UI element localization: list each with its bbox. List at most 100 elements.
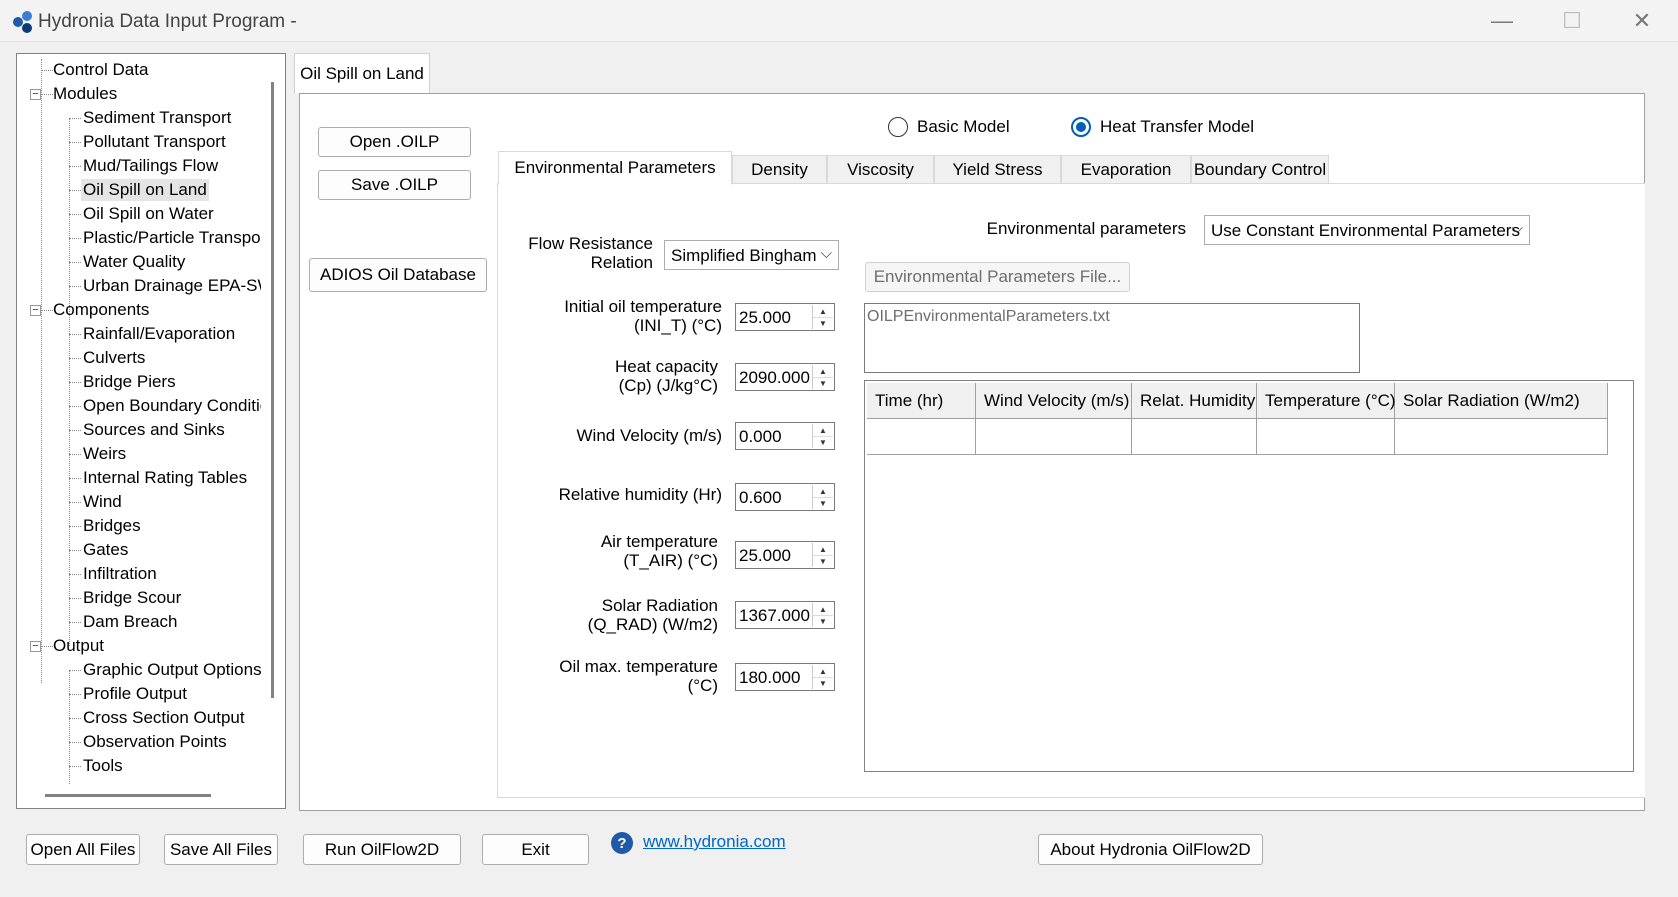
tab-environmental-parameters[interactable]: Environmental Parameters bbox=[498, 151, 732, 185]
initial-oil-temp-label: Initial oil temperature (INI_T) (°C) bbox=[564, 297, 722, 335]
close-icon: ✕ bbox=[1632, 8, 1652, 33]
environmental-parameters-select[interactable]: Use Constant Environmental Parameters ⌵ bbox=[1204, 215, 1530, 245]
solar-radiation-label-line1: Solar Radiation bbox=[601, 596, 718, 615]
spin-down-icon[interactable]: ▼ bbox=[813, 497, 833, 509]
grid-cell[interactable] bbox=[867, 419, 976, 455]
grid-header-wind-velocity[interactable]: Wind Velocity (m/s) bbox=[976, 383, 1132, 419]
spin-down-icon[interactable]: ▼ bbox=[813, 677, 833, 689]
collapse-icon[interactable]: − bbox=[30, 89, 41, 100]
tree-item-infiltration[interactable]: Infiltration bbox=[81, 563, 159, 585]
tab-boundary-control[interactable]: Boundary Control bbox=[1191, 155, 1329, 184]
hydronia-website-link[interactable]: www.hydronia.com bbox=[643, 832, 786, 852]
tree-vertical-scrollbar[interactable] bbox=[271, 82, 274, 698]
tree-item-oil-spill-on-land[interactable]: Oil Spill on Land bbox=[81, 179, 209, 201]
tab-oil-spill-on-land[interactable]: Oil Spill on Land bbox=[294, 53, 430, 93]
spin-down-icon[interactable]: ▼ bbox=[813, 377, 833, 389]
tree-item-pollutant-transport[interactable]: Pollutant Transport bbox=[81, 131, 228, 153]
grid-header-humidity[interactable]: Relat. Humidity bbox=[1132, 383, 1257, 419]
initial-oil-temp-stepper[interactable]: 25.000 ▲ ▼ bbox=[735, 303, 835, 331]
grid-cell[interactable] bbox=[976, 419, 1132, 455]
collapse-icon[interactable]: − bbox=[30, 641, 41, 652]
tree-connector bbox=[41, 59, 42, 683]
tree-item-weirs[interactable]: Weirs bbox=[81, 443, 128, 465]
help-icon[interactable]: ? bbox=[611, 832, 633, 854]
grid-cell[interactable] bbox=[1395, 419, 1608, 455]
tree-item-water-quality[interactable]: Water Quality bbox=[81, 251, 187, 273]
close-button[interactable]: ✕ bbox=[1610, 0, 1674, 42]
environmental-parameters-file-button[interactable]: Environmental Parameters File... bbox=[865, 262, 1130, 292]
tree-item-components[interactable]: Components bbox=[51, 299, 151, 321]
basic-model-radio[interactable] bbox=[888, 117, 908, 137]
save-all-files-button[interactable]: Save All Files bbox=[164, 834, 278, 865]
grid-header-solar-radiation[interactable]: Solar Radiation (W/m2) bbox=[1395, 383, 1608, 419]
spin-down-icon[interactable]: ▼ bbox=[813, 615, 833, 627]
tree-item-dam-breach[interactable]: Dam Breach bbox=[81, 611, 179, 633]
tree-item-wind[interactable]: Wind bbox=[81, 491, 124, 513]
tree-item-graphic-output-options[interactable]: Graphic Output Options bbox=[81, 659, 261, 681]
initial-oil-temp-label-line2: (INI_T) (°C) bbox=[633, 316, 722, 335]
exit-button[interactable]: Exit bbox=[482, 834, 589, 865]
tree-item-output[interactable]: Output bbox=[51, 635, 106, 657]
open-all-files-button[interactable]: Open All Files bbox=[26, 834, 140, 865]
tree-item-observation-points[interactable]: Observation Points bbox=[81, 731, 229, 753]
tree-item-modules[interactable]: Modules bbox=[51, 83, 119, 105]
save-oilp-button[interactable]: Save .OILP bbox=[318, 170, 471, 200]
air-temperature-stepper[interactable]: 25.000 ▲ ▼ bbox=[735, 541, 835, 569]
heat-capacity-stepper[interactable]: 2090.000 ▲ ▼ bbox=[735, 363, 835, 391]
solar-radiation-stepper[interactable]: 1367.000 ▲ ▼ bbox=[735, 601, 835, 629]
tree-item-mud-tailings-flow[interactable]: Mud/Tailings Flow bbox=[81, 155, 220, 177]
wind-velocity-stepper[interactable]: 0.000 ▲ ▼ bbox=[735, 422, 835, 450]
spin-down-icon[interactable]: ▼ bbox=[813, 317, 833, 329]
flow-resistance-select[interactable]: Simplified Bingham ⌵ bbox=[664, 240, 839, 270]
minimize-button[interactable]: — bbox=[1470, 0, 1534, 42]
tree-item-sediment-transport[interactable]: Sediment Transport bbox=[81, 107, 233, 129]
tree-item-culverts[interactable]: Culverts bbox=[81, 347, 147, 369]
tree-item-oil-spill-on-water[interactable]: Oil Spill on Water bbox=[81, 203, 216, 225]
heat-capacity-label: Heat capacity (Cp) (J/kg°C) bbox=[615, 357, 718, 395]
tree-item-sources-and-sinks[interactable]: Sources and Sinks bbox=[81, 419, 227, 441]
tab-density[interactable]: Density bbox=[732, 155, 827, 184]
tree-item-bridges[interactable]: Bridges bbox=[81, 515, 143, 537]
collapse-icon[interactable]: − bbox=[30, 305, 41, 316]
environmental-data-grid[interactable]: Time (hr) Wind Velocity (m/s) Relat. Hum… bbox=[864, 380, 1634, 772]
open-oilp-button[interactable]: Open .OILP bbox=[318, 127, 471, 157]
tree-item-open-boundary-conditions[interactable]: Open Boundary Conditions bbox=[81, 395, 261, 417]
tree-connector bbox=[69, 190, 81, 191]
run-oilflow2d-button[interactable]: Run OilFlow2D bbox=[303, 834, 461, 865]
about-button[interactable]: About Hydronia OilFlow2D bbox=[1038, 834, 1263, 865]
tab-yield-stress[interactable]: Yield Stress bbox=[934, 155, 1061, 184]
wind-velocity-value: 0.000 bbox=[739, 427, 782, 446]
tab-viscosity[interactable]: Viscosity bbox=[827, 155, 934, 184]
tree-item-gates[interactable]: Gates bbox=[81, 539, 130, 561]
tree-item-control-data[interactable]: Control Data bbox=[51, 59, 150, 81]
environmental-file-textbox[interactable]: OILPEnvironmentalParameters.txt bbox=[864, 303, 1360, 373]
tree-item-bridge-scour[interactable]: Bridge Scour bbox=[81, 587, 183, 609]
tree-item-internal-rating-tables[interactable]: Internal Rating Tables bbox=[81, 467, 249, 489]
spin-down-icon[interactable]: ▼ bbox=[813, 436, 833, 448]
tree-item-cross-section-output[interactable]: Cross Section Output bbox=[81, 707, 247, 729]
navigation-tree[interactable]: Control Data − Modules Sediment Transport Po… bbox=[17, 54, 261, 784]
tree-connector bbox=[69, 742, 81, 743]
tree-horizontal-scrollbar[interactable] bbox=[45, 794, 211, 797]
tree-connector bbox=[69, 382, 81, 383]
grid-header-time[interactable]: Time (hr) bbox=[867, 383, 976, 419]
tree-item-rainfall-evaporation[interactable]: Rainfall/Evaporation bbox=[81, 323, 237, 345]
tree-item-plastic-particle-transport[interactable]: Plastic/Particle Transport bbox=[81, 227, 261, 249]
tree-item-urban-drainage-epa-swmm[interactable]: Urban Drainage EPA-SWMM bbox=[81, 275, 261, 297]
environmental-parameters-value: Use Constant Environmental Parameters bbox=[1211, 221, 1520, 240]
heat-transfer-model-radio[interactable] bbox=[1071, 117, 1091, 137]
tab-evaporation[interactable]: Evaporation bbox=[1061, 155, 1191, 184]
relative-humidity-stepper[interactable]: 0.600 ▲ ▼ bbox=[735, 483, 835, 511]
grid-header-temperature[interactable]: Temperature (°C) bbox=[1257, 383, 1396, 419]
adios-oil-database-button[interactable]: ADIOS Oil Database bbox=[309, 258, 487, 292]
spin-down-icon[interactable]: ▼ bbox=[813, 555, 833, 567]
app-logo-icon bbox=[13, 11, 32, 33]
tree-item-profile-output[interactable]: Profile Output bbox=[81, 683, 189, 705]
tree-item-bridge-piers[interactable]: Bridge Piers bbox=[81, 371, 178, 393]
tree-item-tools[interactable]: Tools bbox=[81, 755, 125, 777]
grid-cell[interactable] bbox=[1257, 419, 1395, 455]
minimize-icon: — bbox=[1491, 8, 1513, 33]
oil-max-temperature-stepper[interactable]: 180.000 ▲ ▼ bbox=[735, 663, 835, 691]
grid-cell[interactable] bbox=[1132, 419, 1257, 455]
maximize-button[interactable]: ☐ bbox=[1540, 0, 1604, 42]
